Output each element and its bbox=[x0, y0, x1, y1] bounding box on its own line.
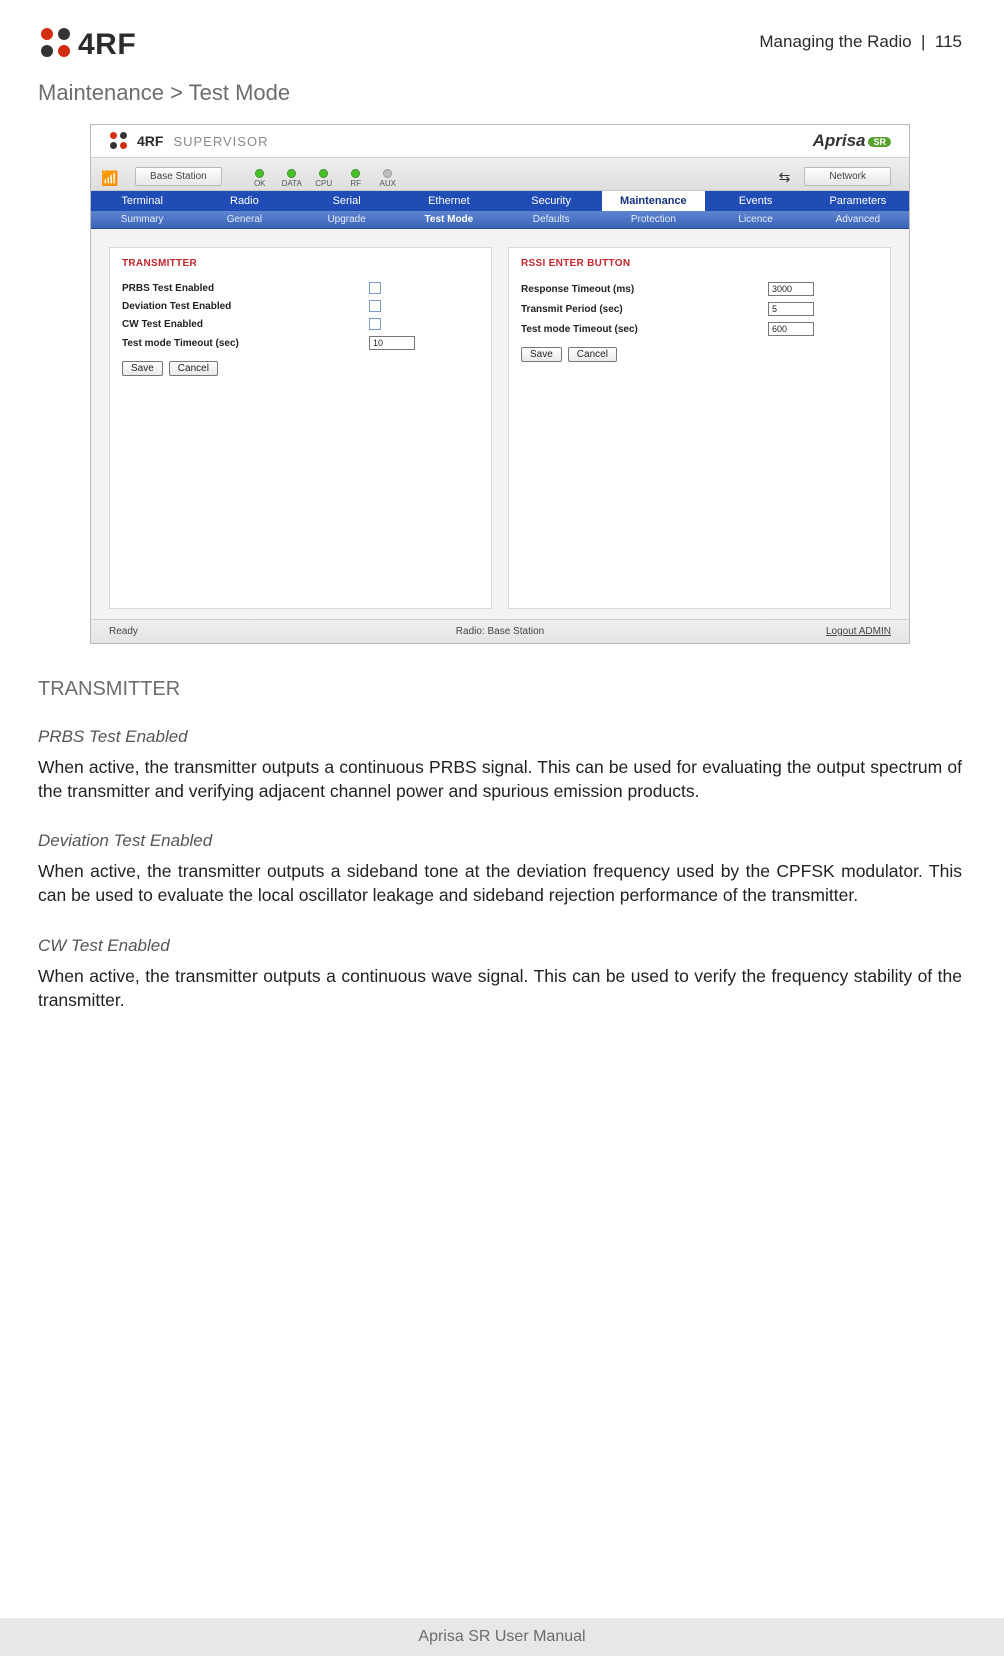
tx-row: Test mode Timeout (sec) 10 bbox=[122, 333, 479, 353]
led-cpu: CPU bbox=[310, 169, 338, 188]
subtab-general[interactable]: General bbox=[193, 211, 295, 228]
text-field[interactable]: 3000 bbox=[768, 282, 814, 296]
tab-radio[interactable]: Radio bbox=[193, 191, 295, 211]
rssi-row: Test mode Timeout (sec) 600 bbox=[521, 319, 878, 339]
logo-4rf: 4RF bbox=[38, 28, 136, 62]
network-icon: ⇆ bbox=[779, 169, 791, 186]
led-dot-icon bbox=[351, 169, 360, 178]
logo-dots-icon bbox=[38, 28, 72, 62]
product-name: Aprisa bbox=[813, 131, 866, 150]
checkbox[interactable] bbox=[369, 300, 381, 312]
tab-security[interactable]: Security bbox=[500, 191, 602, 211]
tx-save-button[interactable]: Save bbox=[122, 361, 163, 376]
section-transmitter-heading: TRANSMITTER bbox=[38, 678, 962, 701]
tab-parameters[interactable]: Parameters bbox=[807, 191, 909, 211]
secondary-tabs: SummaryGeneralUpgradeTest ModeDefaultsPr… bbox=[91, 211, 909, 229]
checkbox[interactable] bbox=[369, 318, 381, 330]
rssi-save-button[interactable]: Save bbox=[521, 347, 562, 362]
logo-text: 4RF bbox=[78, 28, 136, 62]
deviation-heading: Deviation Test Enabled bbox=[38, 831, 962, 851]
logout-link[interactable]: Logout ADMIN bbox=[826, 626, 891, 637]
product-logo: AprisaSR bbox=[813, 131, 891, 151]
text-field[interactable]: 600 bbox=[768, 322, 814, 336]
supervisor-logo-icon bbox=[109, 131, 129, 151]
led-dot-icon bbox=[319, 169, 328, 178]
subtab-licence[interactable]: Licence bbox=[705, 211, 807, 228]
field-label: PRBS Test Enabled bbox=[122, 283, 214, 294]
tx-row: PRBS Test Enabled bbox=[122, 279, 479, 297]
led-ok: OK bbox=[246, 169, 274, 188]
header-section: Managing the Radio bbox=[759, 32, 911, 51]
supervisor-word: SUPERVISOR bbox=[173, 134, 268, 149]
base-station-chip[interactable]: Base Station bbox=[135, 167, 222, 186]
led-label: RF bbox=[350, 179, 361, 188]
status-bar: 📶 Base Station OK DATA CPU RF AUX ⇆ Network bbox=[91, 157, 909, 191]
header-sep: | bbox=[921, 32, 925, 51]
led-dot-icon bbox=[255, 169, 264, 178]
work-area: TRANSMITTER PRBS Test Enabled Deviation T… bbox=[91, 229, 909, 619]
prbs-heading: PRBS Test Enabled bbox=[38, 727, 962, 747]
led-row: OK DATA CPU RF AUX bbox=[246, 169, 402, 188]
supervisor-screenshot: 4RF SUPERVISOR AprisaSR 📶 Base Station O… bbox=[90, 124, 910, 644]
tab-events[interactable]: Events bbox=[705, 191, 807, 211]
supervisor-brand: 4RF bbox=[137, 133, 163, 149]
subtab-protection[interactable]: Protection bbox=[602, 211, 704, 228]
field-label: Transmit Period (sec) bbox=[521, 304, 623, 315]
led-label: AUX bbox=[379, 179, 395, 188]
field-label: CW Test Enabled bbox=[122, 319, 203, 330]
header-right: Managing the Radio | 115 bbox=[759, 28, 962, 52]
tab-maintenance[interactable]: Maintenance bbox=[602, 191, 704, 211]
page-title: Maintenance > Test Mode bbox=[38, 80, 962, 106]
led-label: DATA bbox=[282, 179, 302, 188]
document-footer: Aprisa SR User Manual bbox=[0, 1618, 1004, 1656]
led-data: DATA bbox=[278, 169, 306, 188]
supervisor-titlebar: 4RF SUPERVISOR AprisaSR bbox=[91, 125, 909, 157]
tab-terminal[interactable]: Terminal bbox=[91, 191, 193, 211]
footer-status: Ready bbox=[109, 626, 138, 637]
text-field[interactable]: 5 bbox=[768, 302, 814, 316]
led-label: CPU bbox=[315, 179, 332, 188]
primary-tabs: TerminalRadioSerialEthernetSecurityMaint… bbox=[91, 191, 909, 211]
rssi-title: RSSI ENTER BUTTON bbox=[521, 258, 878, 269]
rssi-row: Response Timeout (ms) 3000 bbox=[521, 279, 878, 299]
subtab-advanced[interactable]: Advanced bbox=[807, 211, 909, 228]
rssi-row: Transmit Period (sec) 5 bbox=[521, 299, 878, 319]
field-label: Response Timeout (ms) bbox=[521, 284, 634, 295]
cw-paragraph: When active, the transmitter outputs a c… bbox=[38, 964, 962, 1012]
cw-heading: CW Test Enabled bbox=[38, 936, 962, 956]
checkbox[interactable] bbox=[369, 282, 381, 294]
field-label: Test mode Timeout (sec) bbox=[521, 324, 638, 335]
tx-row: Deviation Test Enabled bbox=[122, 297, 479, 315]
network-chip[interactable]: Network bbox=[804, 167, 891, 186]
transmitter-title: TRANSMITTER bbox=[122, 258, 479, 269]
rssi-cancel-button[interactable]: Cancel bbox=[568, 347, 617, 362]
subtab-defaults[interactable]: Defaults bbox=[500, 211, 602, 228]
footer-radio: Radio: Base Station bbox=[456, 626, 544, 637]
subtab-upgrade[interactable]: Upgrade bbox=[296, 211, 398, 228]
antenna-icon: 📶 bbox=[91, 170, 129, 187]
tx-cancel-button[interactable]: Cancel bbox=[169, 361, 218, 376]
led-rf: RF bbox=[342, 169, 370, 188]
page-header: 4RF Managing the Radio | 115 bbox=[38, 28, 962, 62]
deviation-paragraph: When active, the transmitter outputs a s… bbox=[38, 859, 962, 907]
subtab-test-mode[interactable]: Test Mode bbox=[398, 211, 500, 228]
product-badge: SR bbox=[868, 137, 891, 147]
led-dot-icon bbox=[287, 169, 296, 178]
field-label: Deviation Test Enabled bbox=[122, 301, 231, 312]
subtab-summary[interactable]: Summary bbox=[91, 211, 193, 228]
transmitter-panel: TRANSMITTER PRBS Test Enabled Deviation T… bbox=[109, 247, 492, 609]
led-dot-icon bbox=[383, 169, 392, 178]
text-field[interactable]: 10 bbox=[369, 336, 415, 350]
led-label: OK bbox=[254, 179, 266, 188]
tx-row: CW Test Enabled bbox=[122, 315, 479, 333]
field-label: Test mode Timeout (sec) bbox=[122, 338, 239, 349]
tab-serial[interactable]: Serial bbox=[296, 191, 398, 211]
rssi-panel: RSSI ENTER BUTTON Response Timeout (ms) 3… bbox=[508, 247, 891, 609]
prbs-paragraph: When active, the transmitter outputs a c… bbox=[38, 755, 962, 803]
supervisor-footer: Ready Radio: Base Station Logout ADMIN bbox=[91, 619, 909, 643]
tab-ethernet[interactable]: Ethernet bbox=[398, 191, 500, 211]
header-page: 115 bbox=[935, 32, 962, 51]
led-aux: AUX bbox=[374, 169, 402, 188]
